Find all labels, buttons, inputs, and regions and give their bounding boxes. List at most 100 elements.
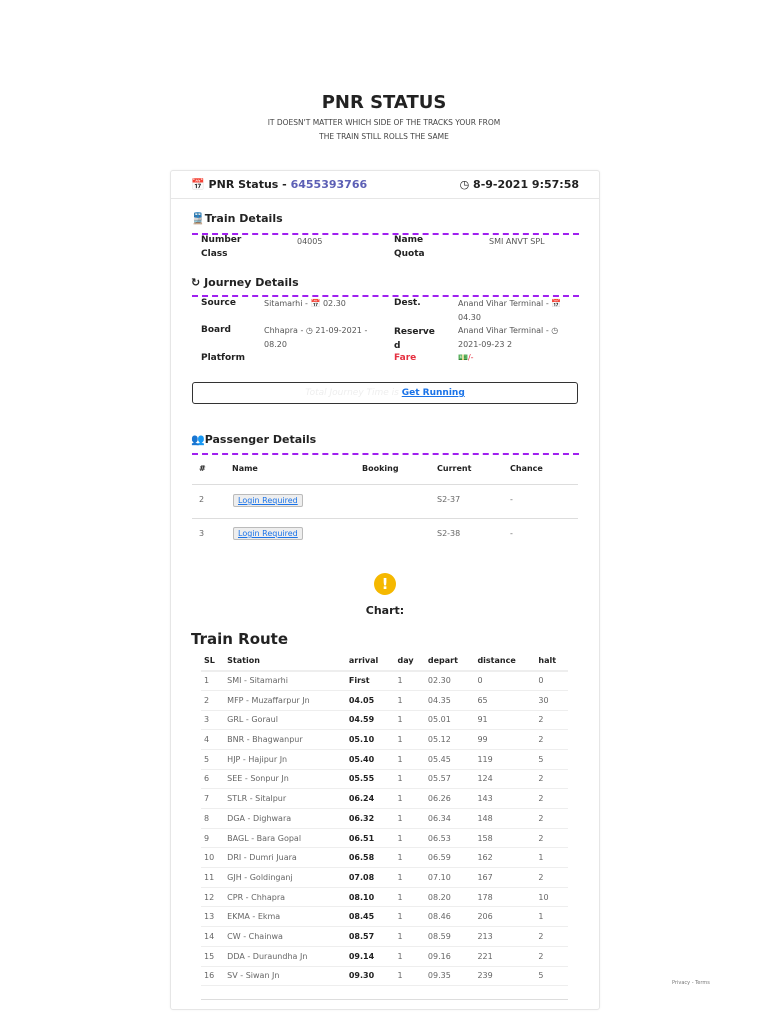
table-row: 6 SEE - Sonpur Jn 05.55 1 05.57 124 2 — [201, 769, 568, 790]
route-day: 1 — [394, 966, 425, 987]
recaptcha-privacy-terms[interactable]: Privacy - Terms — [672, 980, 710, 986]
get-running-link[interactable]: Get Running — [402, 388, 465, 398]
route-distance: 167 — [474, 867, 536, 888]
table-row: 11 GJH - Goldinganj 07.08 1 07.10 167 2 — [201, 867, 568, 888]
route-station: BNR - Bhagwanpur — [224, 729, 346, 750]
table-row: 13 EKMA - Ekma 08.45 1 08.46 206 1 — [201, 906, 568, 928]
card-header: 📅 PNR Status - 6455393766 ◷ 8-9-2021 9:5… — [171, 171, 599, 199]
route-depart: 05.57 — [424, 769, 475, 790]
route-depart: 05.45 — [424, 749, 475, 770]
table-row: 5 HJP - Hajipur Jn 05.40 1 05.45 119 5 — [201, 749, 568, 770]
route-station: SEE - Sonpur Jn — [224, 769, 346, 790]
col-num: # — [199, 464, 206, 473]
divider — [201, 999, 568, 1000]
passenger-chance: - — [510, 529, 513, 538]
route-day: 1 — [394, 847, 425, 869]
route-station: GJH - Goldinganj — [224, 867, 346, 888]
col-current: Current — [437, 464, 472, 473]
route-depart: 08.20 — [424, 887, 475, 908]
route-arrival: 06.58 — [345, 847, 395, 869]
route-halt: 1 — [535, 906, 568, 928]
col-booking: Booking — [362, 464, 399, 473]
route-halt: 5 — [535, 749, 568, 770]
route-arrival: 05.40 — [345, 749, 395, 770]
train-number: 04005 — [297, 237, 323, 246]
subtitle-line-1: IT DOESN'T MATTER WHICH SIDE OF THE TRAC… — [267, 118, 501, 127]
route-halt: 2 — [535, 769, 568, 790]
source-label: Source — [201, 298, 236, 308]
route-halt: 1 — [535, 847, 568, 869]
journey-time-box: Total Journey Time is Get Running — [192, 382, 578, 404]
route-distance: 119 — [474, 749, 536, 770]
route-icon: ↻ — [191, 276, 201, 289]
route-station: DDA - Duraundha Jn — [224, 946, 346, 967]
passenger-chance: - — [510, 495, 513, 504]
table-row: 8 DGA - Dighwara 06.32 1 06.34 148 2 — [201, 808, 568, 829]
dest-label: Dest. — [394, 298, 421, 308]
route-depart: 07.10 — [424, 867, 475, 888]
route-depart: 08.59 — [424, 926, 475, 947]
route-station: EKMA - Ekma — [224, 906, 346, 928]
route-depart: 08.46 — [424, 906, 475, 928]
page-title: PNR STATUS — [321, 92, 447, 113]
route-arrival: 07.08 — [345, 867, 395, 888]
table-row: 9 BAGL - Bara Gopal 06.51 1 06.53 158 2 — [201, 828, 568, 849]
route-day: 1 — [394, 946, 425, 967]
passenger-details-heading: 👥Passenger Details — [191, 433, 317, 446]
table-row: 12 CPR - Chhapra 08.10 1 08.20 178 10 — [201, 887, 568, 908]
divider — [192, 453, 579, 455]
train-name: SMI ANVT SPL — [489, 237, 545, 246]
route-day: 1 — [394, 887, 425, 908]
divider — [192, 484, 578, 485]
table-row: 16 SV - Siwan Jn 09.30 1 09.35 239 5 — [201, 966, 568, 987]
route-arrival: 05.55 — [345, 769, 395, 790]
route-sl: 1 — [201, 670, 225, 691]
route-station: SV - Siwan Jn — [224, 966, 346, 987]
pnr-status-title: 📅 PNR Status - 6455393766 — [191, 178, 368, 191]
route-col-header: SL — [201, 651, 225, 672]
route-halt: 2 — [535, 710, 568, 731]
route-col-header: Station — [224, 651, 346, 672]
route-arrival: 04.05 — [345, 690, 395, 711]
route-sl: 5 — [201, 749, 225, 770]
number-label: Number — [201, 235, 242, 245]
route-depart: 06.34 — [424, 808, 475, 829]
route-halt: 2 — [535, 729, 568, 750]
login-required-button[interactable]: Login Required — [233, 494, 303, 507]
route-col-header: halt — [535, 651, 568, 672]
table-row: 4 BNR - Bhagwanpur 05.10 1 05.12 99 2 — [201, 729, 568, 750]
route-distance: 143 — [474, 788, 536, 809]
route-day: 1 — [394, 769, 425, 790]
route-halt: 30 — [535, 690, 568, 711]
route-distance: 91 — [474, 710, 536, 731]
table-row: 2 MFP - Muzaffarpur Jn 04.05 1 04.35 65 30 — [201, 690, 568, 711]
pnr-card: 📅 PNR Status - 6455393766 ◷ 8-9-2021 9:5… — [170, 170, 600, 1010]
route-sl: 10 — [201, 847, 225, 869]
platform-label: Platform — [201, 353, 245, 363]
col-name: Name — [232, 464, 258, 473]
route-station: HJP - Hajipur Jn — [224, 749, 346, 770]
route-sl: 9 — [201, 828, 225, 849]
fare-label: Fare — [394, 353, 417, 363]
passenger-num: 2 — [199, 495, 205, 504]
table-row: 14 CW - Chainwa 08.57 1 08.59 213 2 — [201, 926, 568, 947]
route-sl: 16 — [201, 966, 225, 987]
route-sl: 11 — [201, 867, 225, 888]
login-required-button[interactable]: Login Required — [233, 527, 303, 540]
route-day: 1 — [394, 788, 425, 809]
route-distance: 65 — [474, 690, 536, 711]
table-row: 3 GRL - Goraul 04.59 1 05.01 91 2 — [201, 710, 568, 731]
route-station: STLR - Sitalpur — [224, 788, 346, 809]
train-details-heading: 🚆Train Details — [191, 212, 283, 225]
route-day: 1 — [394, 710, 425, 731]
route-arrival: 08.45 — [345, 906, 395, 928]
name-label: Name — [394, 235, 424, 245]
route-distance: 239 — [474, 966, 536, 987]
route-arrival: 06.51 — [345, 828, 395, 849]
route-sl: 12 — [201, 887, 225, 908]
route-distance: 213 — [474, 926, 536, 947]
table-row: 15 DDA - Duraundha Jn 09.14 1 09.16 221 2 — [201, 946, 568, 967]
calendar-check-icon: 📅 — [191, 178, 205, 191]
route-halt: 2 — [535, 926, 568, 947]
route-distance: 206 — [474, 906, 536, 928]
